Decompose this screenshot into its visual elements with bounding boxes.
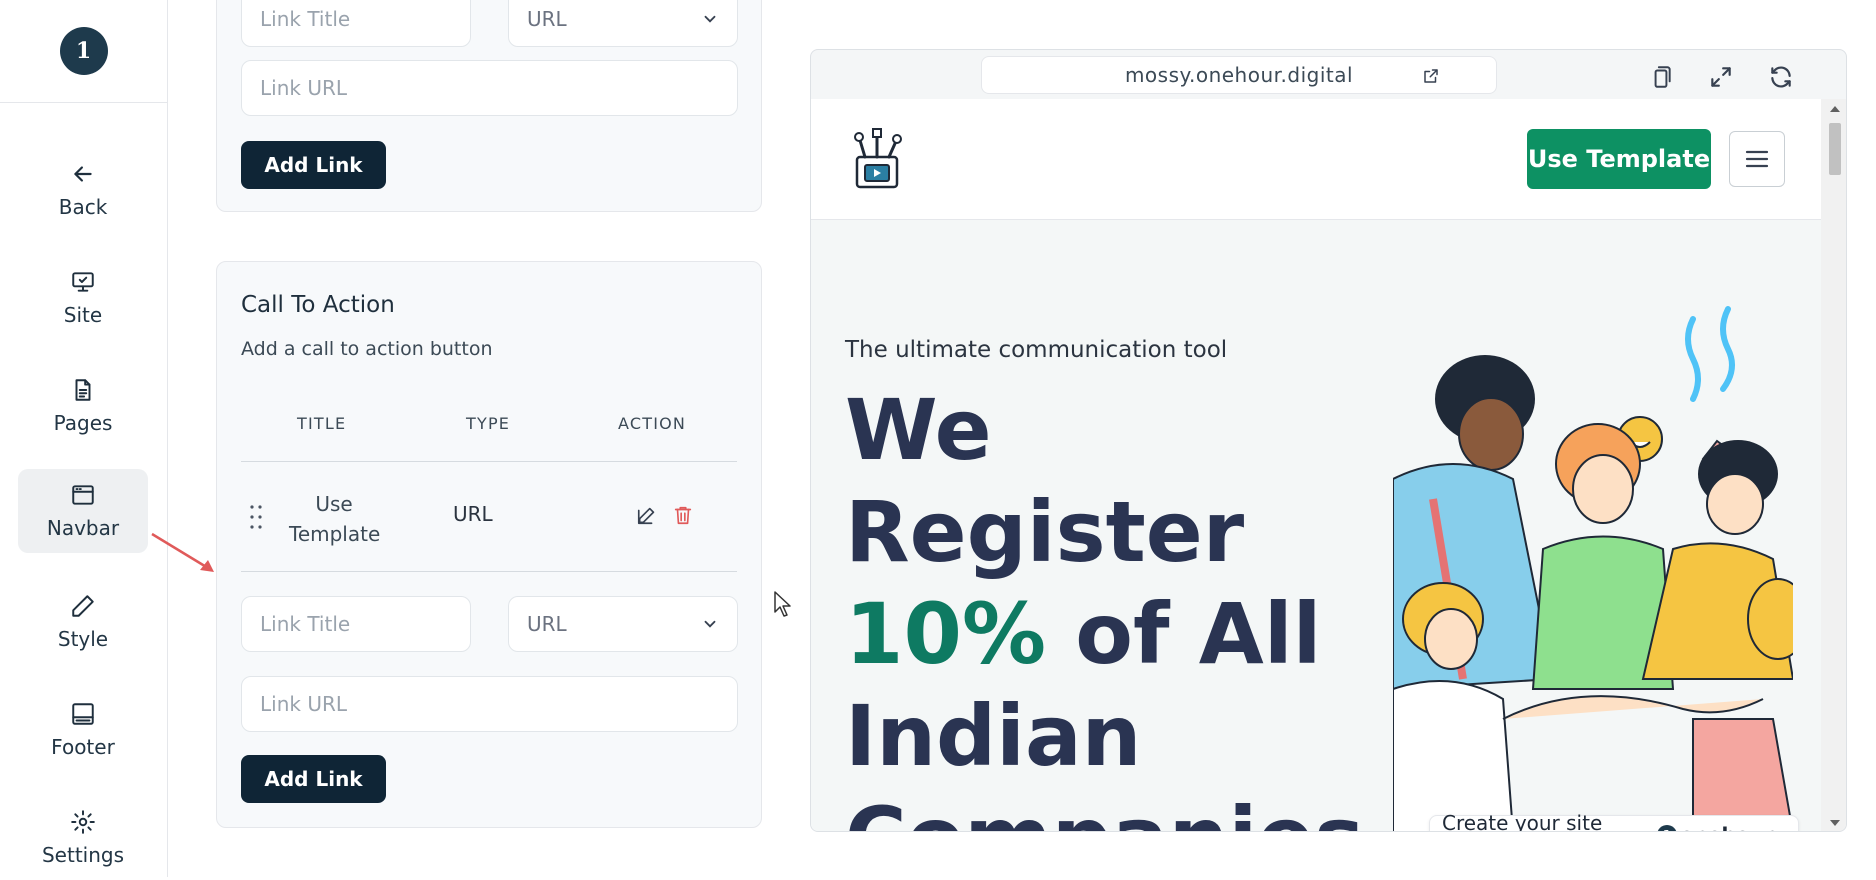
scroll-up-icon[interactable]: [1829, 105, 1841, 113]
link-type-select[interactable]: URL: [508, 0, 738, 47]
column-header-action: ACTION: [618, 414, 687, 433]
trash-icon[interactable]: [672, 504, 694, 526]
preview-scrollbar[interactable]: [1821, 99, 1846, 831]
gear-icon: [71, 810, 95, 834]
preview-site: Use Template The ultimate communication …: [811, 99, 1821, 832]
badge-brand: onehour: [1680, 823, 1774, 831]
headline-line-3: Indian: [845, 687, 1142, 785]
table-divider: [241, 571, 737, 572]
sidebar-item-pages[interactable]: Pages: [18, 364, 148, 448]
sidebar-item-site[interactable]: Site: [18, 256, 148, 340]
logo-area: 1: [0, 0, 167, 103]
onehour-logo-icon: 1: [1656, 825, 1677, 831]
section-subtitle: Add a call to action button: [241, 338, 493, 360]
link-url-input[interactable]: Link URL: [241, 676, 738, 732]
link-type-value: URL: [527, 7, 567, 31]
window-icon: [72, 485, 94, 505]
sidebar-item-footer[interactable]: Footer: [18, 688, 148, 772]
fullscreen-icon[interactable]: [1708, 64, 1734, 90]
link-type-value: URL: [527, 612, 567, 636]
site-navbar: Use Template: [811, 99, 1821, 220]
badge-text: Create your site within: [1442, 811, 1603, 832]
arrow-left-icon: [74, 166, 92, 182]
mouse-cursor: [774, 591, 791, 617]
onehour-brand: 1 onehour: [1656, 823, 1774, 831]
row-title: Use Template: [289, 492, 381, 546]
menu-button[interactable]: [1729, 131, 1785, 187]
column-header-type: TYPE: [466, 414, 511, 433]
hero-illustration: [1393, 306, 1793, 831]
section-title: Call To Action: [241, 292, 395, 318]
chevron-down-icon: [704, 620, 716, 628]
link-type-select[interactable]: URL: [508, 596, 738, 652]
onehour-badge[interactable]: Create your site within 1 onehour: [1429, 811, 1799, 832]
footer-icon: [72, 703, 94, 725]
row-type: URL: [453, 502, 493, 526]
sidebar-item-label: Site: [63, 303, 103, 327]
sidebar-item-label: Settings: [41, 843, 125, 867]
headline-line-4: Companies: [845, 787, 1364, 831]
sidebar-item-label: Navbar: [46, 516, 120, 540]
links-panel: Link Title URL Link URL Add Link: [216, 0, 762, 212]
link-title-input[interactable]: Link Title: [241, 596, 471, 652]
sidebar-item-label: Style: [57, 627, 109, 651]
refresh-icon[interactable]: [1768, 64, 1794, 90]
hamburger-icon: [1745, 150, 1769, 168]
headline-line-1: We Register: [845, 381, 1245, 581]
pencil-icon: [72, 595, 94, 617]
add-link-button[interactable]: Add Link: [241, 141, 386, 189]
table-row: Use Template URL: [241, 462, 737, 571]
chevron-down-icon: [704, 15, 716, 23]
hero-headline: We Register 10% of All Indian Companies: [845, 379, 1364, 831]
drag-handle-icon[interactable]: [249, 504, 263, 530]
sidebar-item-settings[interactable]: Settings: [18, 796, 148, 880]
sidebar-item-label: Back: [58, 195, 108, 219]
sidebar-item-label: Pages: [53, 411, 113, 435]
add-link-button[interactable]: Add Link: [241, 755, 386, 803]
arrow-up-right-icon: [1784, 827, 1798, 832]
use-template-button[interactable]: Use Template: [1527, 129, 1711, 189]
site-logo[interactable]: [845, 127, 909, 191]
headline-line-2-rest: of All: [1046, 585, 1322, 683]
column-header-title: TITLE: [297, 414, 347, 433]
app-logo[interactable]: 1: [59, 27, 108, 75]
document-icon: [75, 379, 91, 401]
annotation-arrow: [151, 532, 214, 572]
sidebar: 1 Back Site Pages Navbar Style Footer Se…: [0, 0, 168, 877]
sidebar-item-style[interactable]: Style: [18, 580, 148, 664]
link-title-input[interactable]: Link Title: [241, 0, 471, 47]
sidebar-item-label: Footer: [51, 735, 115, 759]
edit-icon[interactable]: [636, 504, 658, 526]
preview-url-bar[interactable]: mossy.onehour.digital: [981, 56, 1497, 94]
hero-tagline: The ultimate communication tool: [845, 337, 1228, 363]
external-link-icon[interactable]: [1422, 67, 1440, 85]
monitor-icon: [72, 272, 94, 292]
preview-url: mossy.onehour.digital: [1124, 63, 1354, 87]
site-preview: mossy.onehour.digital Use Template The u…: [810, 49, 1847, 832]
sidebar-item-navbar[interactable]: Navbar: [18, 469, 148, 553]
scroll-down-icon[interactable]: [1829, 819, 1841, 827]
link-url-input[interactable]: Link URL: [241, 60, 738, 116]
headline-highlight: 10%: [845, 585, 1047, 683]
mobile-view-icon[interactable]: [1648, 64, 1674, 90]
headline-line-2: 10% of All: [845, 583, 1345, 685]
sidebar-item-back[interactable]: Back: [18, 148, 148, 232]
scrollbar-thumb[interactable]: [1829, 123, 1841, 175]
cta-panel: Call To Action Add a call to action butt…: [216, 261, 762, 828]
